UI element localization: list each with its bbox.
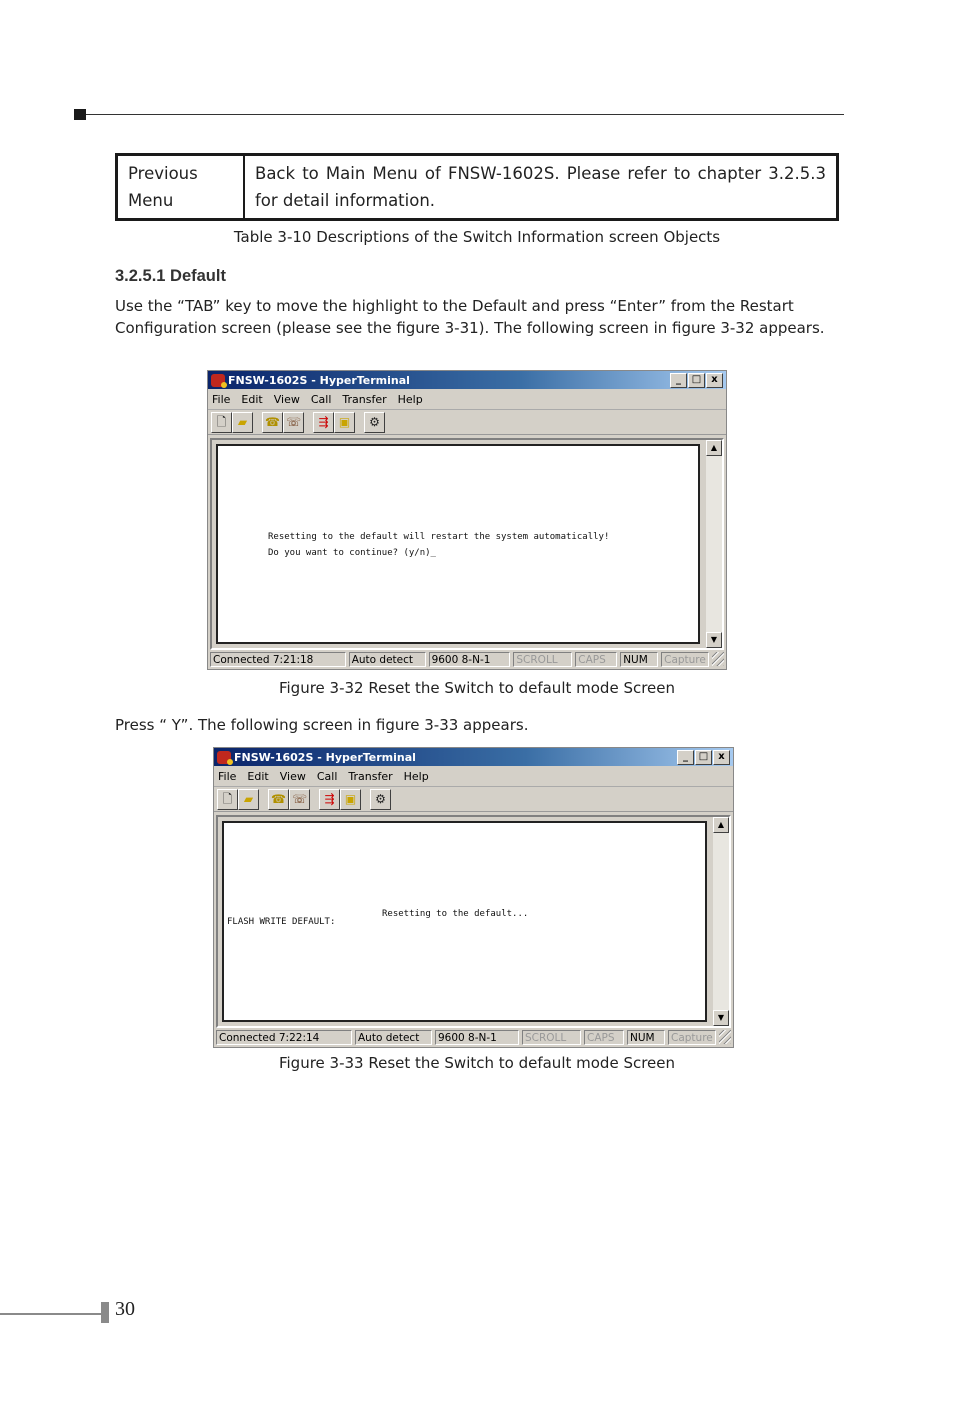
page-number: 30 [115, 1298, 135, 1320]
hyperterminal-icon [217, 750, 233, 765]
maximize-button[interactable]: □ [688, 372, 705, 388]
disconnect-icon[interactable]: ☏ [289, 788, 310, 810]
table-row: Previous Menu Back to Main Menu of FNSW-… [115, 153, 839, 221]
menu-help[interactable]: Help [404, 770, 429, 783]
header-marker [74, 109, 86, 120]
receive-icon[interactable]: ▣ [334, 411, 355, 433]
title-bar: FNSW-1602S - HyperTerminal _ □ x [214, 748, 733, 766]
vertical-scrollbar[interactable]: ▲ ▼ [706, 440, 722, 648]
menu-view[interactable]: View [280, 770, 306, 783]
hyperterminal-icon [211, 373, 227, 388]
status-bar: Connected 7:21:18 Auto detect 9600 8-N-1… [208, 651, 726, 669]
object-cell: Previous Menu [115, 153, 245, 221]
status-scroll: SCROLL [522, 1030, 581, 1045]
header-rule [86, 114, 844, 115]
terminal-line: Resetting to the default... [382, 909, 529, 919]
menu-transfer[interactable]: Transfer [348, 770, 392, 783]
terminal-line: Resetting to the default will restart th… [268, 532, 610, 542]
vertical-scrollbar[interactable]: ▲ ▼ [713, 817, 729, 1026]
properties-icon[interactable]: ⚙ [364, 411, 385, 433]
status-settings: 9600 8-N-1 [428, 652, 511, 667]
title-bar: FNSW-1602S - HyperTerminal _ □ x [208, 371, 726, 389]
terminal-line: FLASH WRITE DEFAULT: [227, 917, 336, 927]
terminal-screen[interactable]: Resetting to the default will restart th… [216, 444, 700, 644]
footer-rule [0, 1313, 101, 1315]
open-icon[interactable]: ▰ [238, 788, 259, 810]
send-icon[interactable]: ⇶ [313, 411, 334, 433]
section-heading: 3.2.5.1 Default [115, 267, 226, 285]
scroll-down-icon[interactable]: ▼ [706, 632, 722, 648]
status-detect: Auto detect [355, 1030, 432, 1045]
menu-transfer[interactable]: Transfer [342, 393, 386, 406]
minimize-button[interactable]: _ [677, 749, 694, 765]
status-scroll: SCROLL [513, 652, 573, 667]
scroll-down-icon[interactable]: ▼ [713, 1010, 729, 1026]
status-connected: Connected 7:21:18 [210, 652, 346, 667]
status-capture: Capture [668, 1030, 716, 1045]
figure-caption: Figure 3-33 Reset the Switch to default … [278, 1054, 676, 1072]
toolbar: 🗋 ▰ ☎ ☏ ⇶ ▣ ⚙ [208, 410, 726, 435]
send-icon[interactable]: ⇶ [319, 788, 340, 810]
scroll-up-icon[interactable]: ▲ [713, 817, 729, 833]
menu-call[interactable]: Call [317, 770, 338, 783]
menu-file[interactable]: File [212, 393, 230, 406]
status-settings: 9600 8-N-1 [435, 1030, 519, 1045]
menu-edit[interactable]: Edit [247, 770, 268, 783]
status-num: NUM [627, 1030, 665, 1045]
menu-call[interactable]: Call [311, 393, 332, 406]
menu-edit[interactable]: Edit [241, 393, 262, 406]
status-bar: Connected 7:22:14 Auto detect 9600 8-N-1… [214, 1029, 733, 1047]
properties-icon[interactable]: ⚙ [370, 788, 391, 810]
hyperterminal-window-1: FNSW-1602S - HyperTerminal _ □ x File Ed… [207, 370, 727, 670]
footer-marker [101, 1302, 109, 1323]
hyperterminal-window-2: FNSW-1602S - HyperTerminal _ □ x File Ed… [213, 747, 734, 1048]
resize-grip-icon[interactable] [712, 652, 724, 666]
figure-caption: Figure 3-32 Reset the Switch to default … [278, 679, 676, 697]
call-icon[interactable]: ☎ [268, 788, 289, 810]
toolbar: 🗋 ▰ ☎ ☏ ⇶ ▣ ⚙ [214, 787, 733, 812]
objects-table: Previous Menu Back to Main Menu of FNSW-… [115, 153, 839, 221]
scroll-up-icon[interactable]: ▲ [706, 440, 722, 456]
new-icon[interactable]: 🗋 [211, 411, 232, 433]
terminal-area: Resetting to the default will restart th… [210, 438, 724, 650]
status-detect: Auto detect [348, 652, 426, 667]
menu-bar: File Edit View Call Transfer Help [208, 389, 726, 410]
status-caps: CAPS [575, 652, 618, 667]
description-cell: Back to Main Menu of FNSW-1602S. Please … [243, 153, 839, 221]
press-y-paragraph: Press “ Y”. The following screen in figu… [115, 716, 529, 734]
menu-bar: File Edit View Call Transfer Help [214, 766, 733, 787]
maximize-button[interactable]: □ [695, 749, 712, 765]
terminal-area: Resetting to the default... FLASH WRITE … [216, 815, 731, 1028]
window-title: FNSW-1602S - HyperTerminal [234, 750, 416, 764]
terminal-screen[interactable]: Resetting to the default... FLASH WRITE … [222, 821, 707, 1022]
receive-icon[interactable]: ▣ [340, 788, 361, 810]
status-num: NUM [620, 652, 659, 667]
call-icon[interactable]: ☎ [262, 411, 283, 433]
close-button[interactable]: x [713, 749, 730, 765]
status-caps: CAPS [584, 1030, 624, 1045]
window-title: FNSW-1602S - HyperTerminal [228, 373, 410, 387]
minimize-button[interactable]: _ [670, 372, 687, 388]
new-icon[interactable]: 🗋 [217, 788, 238, 810]
status-capture: Capture [661, 652, 710, 667]
close-button[interactable]: x [706, 372, 723, 388]
status-connected: Connected 7:22:14 [216, 1030, 352, 1045]
menu-file[interactable]: File [218, 770, 236, 783]
table-caption: Table 3-10 Descriptions of the Switch In… [233, 228, 721, 246]
disconnect-icon[interactable]: ☏ [283, 411, 304, 433]
open-icon[interactable]: ▰ [232, 411, 253, 433]
intro-paragraph: Use the “TAB” key to move the highlight … [115, 297, 825, 337]
menu-view[interactable]: View [274, 393, 300, 406]
terminal-line: Do you want to continue? (y/n)_ [268, 548, 436, 558]
resize-grip-icon[interactable] [719, 1030, 731, 1044]
menu-help[interactable]: Help [398, 393, 423, 406]
